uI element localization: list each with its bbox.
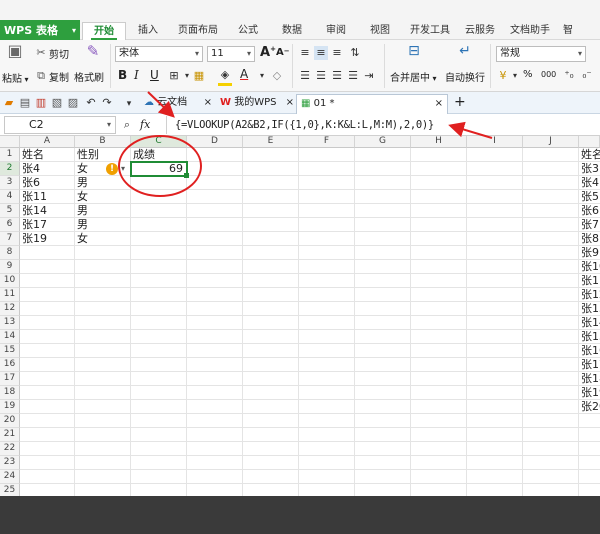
annotation-circle [118, 135, 202, 197]
annotation-overlay [118, 91, 493, 197]
spreadsheet-window: WPS 表格 ▾ 开始 插入 页面布局 公式 数据 审阅 视图 开发工具 云服务 文档助手智 ▣ … [0, 0, 600, 534]
annotation-arrow-right [448, 121, 493, 139]
annotation-arrow-left [147, 91, 175, 118]
bottom-dark-area [0, 496, 600, 534]
